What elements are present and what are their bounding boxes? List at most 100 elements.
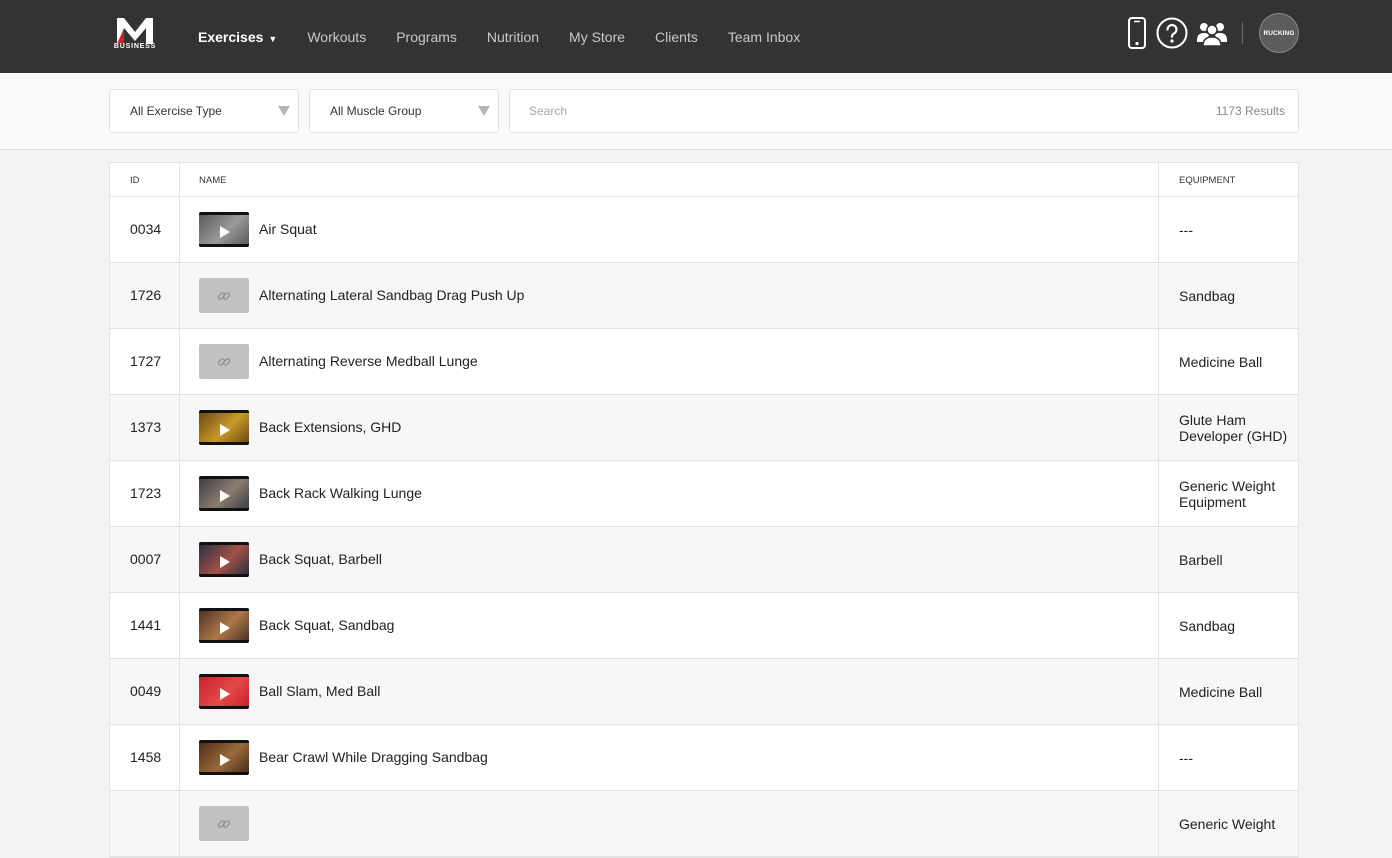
chevron-down-icon: ▼ bbox=[268, 33, 278, 44]
logo-subtitle: BUSINESS bbox=[113, 43, 157, 50]
column-divider bbox=[179, 395, 180, 460]
column-divider bbox=[1158, 197, 1159, 262]
exercise-equipment: Glute Ham Developer (GHD) bbox=[1179, 412, 1288, 444]
video-thumbnail[interactable] bbox=[199, 608, 249, 643]
nav-exercises-label: Exercises bbox=[198, 28, 264, 45]
table-row[interactable]: 0007 Back Squat, Barbell Barbell bbox=[110, 527, 1298, 593]
exercise-name[interactable]: Air Squat bbox=[259, 221, 317, 237]
phone-icon[interactable] bbox=[1126, 16, 1148, 50]
nav-programs[interactable]: Programs bbox=[396, 29, 457, 45]
column-divider bbox=[1158, 725, 1159, 790]
dropdown-arrow-icon bbox=[478, 106, 490, 116]
column-divider bbox=[179, 659, 180, 724]
link-icon bbox=[217, 819, 231, 828]
exercise-name[interactable]: Back Squat, Sandbag bbox=[259, 617, 394, 633]
search-box: 1173 Results bbox=[509, 89, 1299, 133]
muscle-group-select[interactable]: All Muscle Group bbox=[309, 89, 499, 133]
nav-workouts[interactable]: Workouts bbox=[307, 29, 366, 45]
top-navbar: BUSINESS Exercises ▼ Workouts Programs Nu… bbox=[0, 0, 1392, 73]
column-divider bbox=[179, 461, 180, 526]
column-divider bbox=[1158, 395, 1159, 460]
exercise-equipment: Barbell bbox=[1179, 552, 1223, 568]
video-thumbnail[interactable] bbox=[199, 740, 249, 775]
column-divider bbox=[1158, 461, 1159, 526]
play-icon bbox=[220, 556, 230, 568]
header-equipment: EQUIPMENT bbox=[1179, 175, 1236, 186]
exercise-equipment: Generic Weight bbox=[1179, 816, 1276, 832]
exercise-id: 1373 bbox=[130, 419, 162, 435]
nav-team-inbox[interactable]: Team Inbox bbox=[728, 29, 800, 45]
avatar-text: RUCKING bbox=[1263, 29, 1295, 37]
table-row[interactable]: 1723 Back Rack Walking Lunge Generic Weigh… bbox=[110, 461, 1298, 527]
nav-my-store[interactable]: My Store bbox=[569, 29, 625, 45]
header-id: ID bbox=[130, 175, 140, 186]
column-divider bbox=[1158, 791, 1159, 856]
exercise-name[interactable]: Back Rack Walking Lunge bbox=[259, 485, 422, 501]
no-media-thumbnail[interactable] bbox=[199, 806, 249, 841]
column-divider bbox=[179, 329, 180, 394]
column-divider bbox=[179, 593, 180, 658]
exercise-type-value: All Exercise Type bbox=[130, 104, 222, 118]
column-divider bbox=[1158, 593, 1159, 658]
video-thumbnail[interactable] bbox=[199, 542, 249, 577]
play-icon bbox=[220, 688, 230, 700]
column-divider bbox=[1158, 659, 1159, 724]
table-row[interactable]: 1726 Alternating Lateral Sandbag Drag Pus… bbox=[110, 263, 1298, 329]
column-divider bbox=[179, 197, 180, 262]
table-row[interactable]: 0049 Ball Slam, Med Ball Medicine Ball bbox=[110, 659, 1298, 725]
play-icon bbox=[220, 754, 230, 766]
column-divider bbox=[179, 163, 180, 196]
table-row[interactable]: 1458 Bear Crawl While Dragging Sandbag --- bbox=[110, 725, 1298, 791]
column-divider bbox=[1158, 263, 1159, 328]
exercise-name[interactable]: Back Extensions, GHD bbox=[259, 419, 401, 435]
muscle-group-value: All Muscle Group bbox=[330, 104, 422, 118]
exercise-id: 1726 bbox=[130, 287, 162, 303]
exercise-name[interactable]: Bear Crawl While Dragging Sandbag bbox=[259, 749, 488, 765]
table-row[interactable]: 1373 Back Extensions, GHD Glute Ham Develo… bbox=[110, 395, 1298, 461]
exercise-equipment: Medicine Ball bbox=[1179, 354, 1263, 370]
table-row[interactable]: 1727 Alternating Reverse Medball Lunge Med… bbox=[110, 329, 1298, 395]
nav-exercises[interactable]: Exercises ▼ bbox=[198, 29, 277, 45]
column-divider bbox=[179, 263, 180, 328]
play-icon bbox=[220, 490, 230, 502]
exercise-equipment: --- bbox=[1179, 222, 1193, 238]
exercise-id: 1458 bbox=[130, 749, 162, 765]
exercise-equipment: Generic Weight Equipment bbox=[1179, 478, 1276, 510]
exercise-name[interactable]: Back Squat, Barbell bbox=[259, 551, 382, 567]
exercise-name[interactable]: Ball Slam, Med Ball bbox=[259, 683, 380, 699]
team-icon[interactable] bbox=[1196, 16, 1228, 50]
play-icon bbox=[220, 226, 230, 238]
search-input[interactable] bbox=[510, 90, 1150, 132]
help-icon[interactable] bbox=[1156, 16, 1188, 50]
table-row[interactable]: Generic Weight bbox=[110, 791, 1298, 857]
exercise-id: 1723 bbox=[130, 485, 162, 501]
video-thumbnail[interactable] bbox=[199, 212, 249, 247]
table-row[interactable]: 1441 Back Squat, Sandbag Sandbag bbox=[110, 593, 1298, 659]
table-header: ID NAME EQUIPMENT bbox=[110, 163, 1298, 197]
play-icon bbox=[220, 622, 230, 634]
exercise-type-select[interactable]: All Exercise Type bbox=[109, 89, 299, 133]
main-nav: Exercises ▼ Workouts Programs Nutrition M… bbox=[198, 0, 830, 73]
exercise-id: 1441 bbox=[130, 617, 162, 633]
exercise-equipment: Medicine Ball bbox=[1179, 684, 1263, 700]
no-media-thumbnail[interactable] bbox=[199, 344, 249, 379]
video-thumbnail[interactable] bbox=[199, 410, 249, 445]
dropdown-arrow-icon bbox=[278, 106, 290, 116]
no-media-thumbnail[interactable] bbox=[199, 278, 249, 313]
results-count: 1173 Results bbox=[1215, 104, 1285, 118]
exercise-id: 0034 bbox=[130, 221, 162, 237]
exercise-name[interactable]: Alternating Lateral Sandbag Drag Push Up bbox=[259, 287, 524, 303]
table-row[interactable]: 0034 Air Squat --- bbox=[110, 197, 1298, 263]
table-body: 0034 Air Squat --- 1726 Alternating Lateral … bbox=[110, 197, 1298, 857]
video-thumbnail[interactable] bbox=[199, 674, 249, 709]
video-thumbnail[interactable] bbox=[199, 476, 249, 511]
navbar-divider bbox=[1242, 22, 1243, 44]
exercise-id: 1727 bbox=[130, 353, 162, 369]
exercise-equipment: Sandbag bbox=[1179, 288, 1236, 304]
avatar[interactable]: RUCKING bbox=[1259, 13, 1299, 53]
exercise-equipment: --- bbox=[1179, 750, 1193, 766]
play-icon bbox=[220, 424, 230, 436]
exercise-name[interactable]: Alternating Reverse Medball Lunge bbox=[259, 353, 478, 369]
nav-nutrition[interactable]: Nutrition bbox=[487, 29, 539, 45]
nav-clients[interactable]: Clients bbox=[655, 29, 698, 45]
